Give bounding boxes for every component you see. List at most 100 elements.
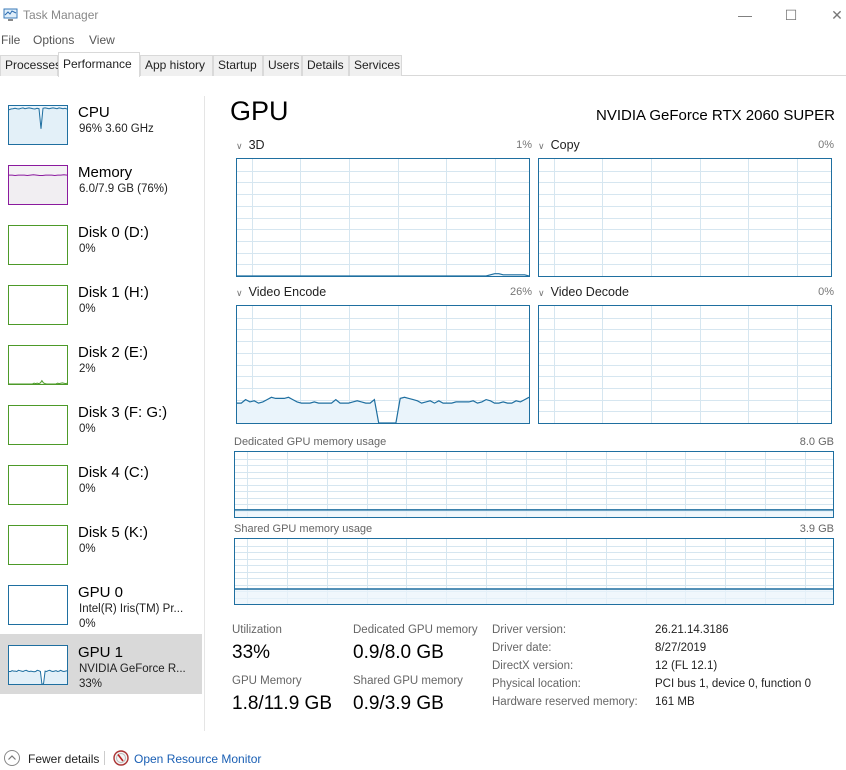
- resource-sidebar: CPU 96% 3.60 GHz Memory 6.0/7.9 GB (76%) Dis…: [0, 86, 205, 731]
- gpu-memory-label: GPU Memory: [232, 675, 302, 687]
- sidebar-thumbnail-graph: [8, 465, 68, 505]
- sidebar-item-detail: 2%: [79, 363, 96, 375]
- series-3d-line: [237, 273, 529, 276]
- sparkline-area: [9, 670, 67, 684]
- graph-grid: [237, 159, 529, 276]
- dedicated-gpu-memory-label: Dedicated GPU memory: [353, 624, 478, 636]
- sidebar-item-name: Memory: [78, 164, 133, 181]
- shared-gpu-memory-label: Shared GPU memory: [353, 675, 463, 687]
- sparkline-area: [9, 174, 67, 204]
- graph-grid: [237, 306, 529, 423]
- engine-percent-3d: 1%: [516, 139, 532, 151]
- sidebar-item-cpu[interactable]: CPU 96% 3.60 GHz: [0, 94, 202, 154]
- sidebar-item-name: Disk 2 (E:): [78, 344, 149, 361]
- graph-video-encode: [236, 305, 530, 424]
- minimize-button[interactable]: —: [730, 4, 760, 26]
- footer: Fewer details Open Resource Monitor: [0, 748, 846, 770]
- sparkline-line: [9, 174, 68, 177]
- engine-label: Copy: [550, 138, 580, 152]
- graph-grid: [235, 452, 833, 517]
- sparkline: [9, 174, 68, 204]
- sidebar-item-disk-3-f-g[interactable]: Disk 3 (F: G:) 0%: [0, 394, 202, 454]
- shared-memory-label: Shared GPU memory usage: [234, 523, 373, 535]
- menu-file[interactable]: File: [1, 33, 20, 47]
- graph-3d: [236, 158, 530, 277]
- sidebar-item-gpu-1[interactable]: GPU 1 NVIDIA GeForce R... 33%: [0, 634, 202, 694]
- tab-startup[interactable]: Startup: [213, 55, 263, 76]
- shared-memory-area: [235, 589, 833, 604]
- sidebar-item-disk-4-c[interactable]: Disk 4 (C:) 0%: [0, 454, 202, 514]
- tab-details[interactable]: Details: [302, 55, 349, 76]
- driver-date-label: Driver date:: [492, 642, 552, 654]
- tab-performance[interactable]: Performance: [58, 52, 140, 77]
- sidebar-item-name: GPU 0: [78, 584, 124, 601]
- directx-version-label: DirectX version:: [492, 660, 574, 672]
- tab-bar: Processes Performance App history Startu…: [0, 52, 846, 77]
- sidebar-item-detail: 0%: [79, 243, 96, 255]
- sidebar-item-detail: 0%: [79, 423, 96, 435]
- engine-percent-copy: 0%: [818, 139, 834, 151]
- page-title: GPU: [230, 96, 289, 126]
- sidebar-item-name: Disk 4 (C:): [78, 464, 149, 481]
- sidebar-item-percent: 33%: [79, 678, 103, 690]
- tab-app-history[interactable]: App history: [140, 55, 213, 76]
- chevron-down-icon: ∨: [538, 288, 545, 298]
- engine-selector-3d[interactable]: ∨ 3D: [236, 138, 265, 152]
- close-button[interactable]: ✕: [822, 4, 846, 26]
- sidebar-item-disk-1-h[interactable]: Disk 1 (H:) 0%: [0, 274, 202, 334]
- sidebar-thumbnail-graph: [8, 105, 68, 145]
- engine-label: Video Encode: [248, 285, 327, 299]
- hardware-reserved-memory-label: Hardware reserved memory:: [492, 696, 638, 708]
- open-resource-monitor-link[interactable]: Open Resource Monitor: [134, 752, 261, 766]
- sidebar-item-detail: 0%: [79, 543, 96, 555]
- driver-date-value: 8/27/2019: [655, 642, 707, 654]
- gpu-model-name: NVIDIA GeForce RTX 2060 SUPER: [596, 107, 835, 124]
- sidebar-item-name: CPU: [78, 104, 110, 121]
- sidebar-item-disk-2-e[interactable]: Disk 2 (E:) 2%: [0, 334, 202, 394]
- chevron-down-icon: ∨: [538, 141, 545, 151]
- menu-options[interactable]: Options: [33, 33, 74, 47]
- dedicated-memory-label: Dedicated GPU memory usage: [234, 436, 387, 448]
- menu-view[interactable]: View: [89, 33, 115, 47]
- gpu-memory-value: 1.8/11.9 GB: [232, 693, 332, 714]
- sidebar-item-detail: 0%: [79, 483, 96, 495]
- engine-selector-video-encode[interactable]: ∨ Video Encode: [236, 285, 326, 299]
- sparkline: [9, 379, 68, 385]
- sidebar-item-memory[interactable]: Memory 6.0/7.9 GB (76%): [0, 154, 202, 214]
- shared-memory-max: 3.9 GB: [799, 523, 834, 535]
- utilization-value: 33%: [232, 642, 271, 663]
- tab-users[interactable]: Users: [263, 55, 302, 76]
- sidebar-item-gpu-0[interactable]: GPU 0 Intel(R) Iris(TM) Pr... 0%: [0, 574, 202, 634]
- physical-location-value: PCI bus 1, device 0, function 0: [655, 678, 811, 690]
- tab-services[interactable]: Services: [349, 55, 402, 76]
- chevron-up-circle-icon[interactable]: [4, 750, 20, 766]
- sidebar-item-name: Disk 0 (D:): [78, 224, 149, 241]
- graph-grid: [539, 159, 831, 276]
- sidebar-item-detail: 6.0/7.9 GB (76%): [79, 183, 168, 195]
- graph-grid: [539, 306, 831, 423]
- graph-video-decode: [538, 305, 832, 424]
- sidebar-item-disk-0-d[interactable]: Disk 0 (D:) 0%: [0, 214, 202, 274]
- sidebar-thumbnail-graph: [8, 525, 68, 565]
- engine-selector-copy[interactable]: ∨ Copy: [538, 138, 580, 152]
- utilization-label: Utilization: [232, 624, 282, 636]
- graph-grid: [235, 539, 833, 604]
- tab-processes[interactable]: Processes: [0, 55, 61, 76]
- hardware-reserved-memory-value: 161 MB: [655, 696, 695, 708]
- engine-selector-video-decode[interactable]: ∨ Video Decode: [538, 285, 629, 299]
- fewer-details-button[interactable]: Fewer details: [28, 752, 99, 766]
- graph-dedicated-memory: [234, 451, 834, 518]
- sparkline: [8, 107, 68, 144]
- footer-divider: [104, 751, 105, 765]
- sidebar-item-detail: 0%: [79, 303, 96, 315]
- driver-version-label: Driver version:: [492, 624, 567, 636]
- sparkline-line: [9, 379, 68, 385]
- sidebar-item-detail: NVIDIA GeForce R...: [79, 663, 186, 675]
- graph-copy: [538, 158, 832, 277]
- engine-label: 3D: [248, 138, 265, 152]
- sidebar-thumbnail-graph: [8, 285, 68, 325]
- sidebar-item-disk-5-k[interactable]: Disk 5 (K:) 0%: [0, 514, 202, 574]
- sidebar-item-percent: 0%: [79, 618, 96, 630]
- sparkline-area: [9, 107, 67, 144]
- maximize-button[interactable]: ☐: [776, 4, 806, 26]
